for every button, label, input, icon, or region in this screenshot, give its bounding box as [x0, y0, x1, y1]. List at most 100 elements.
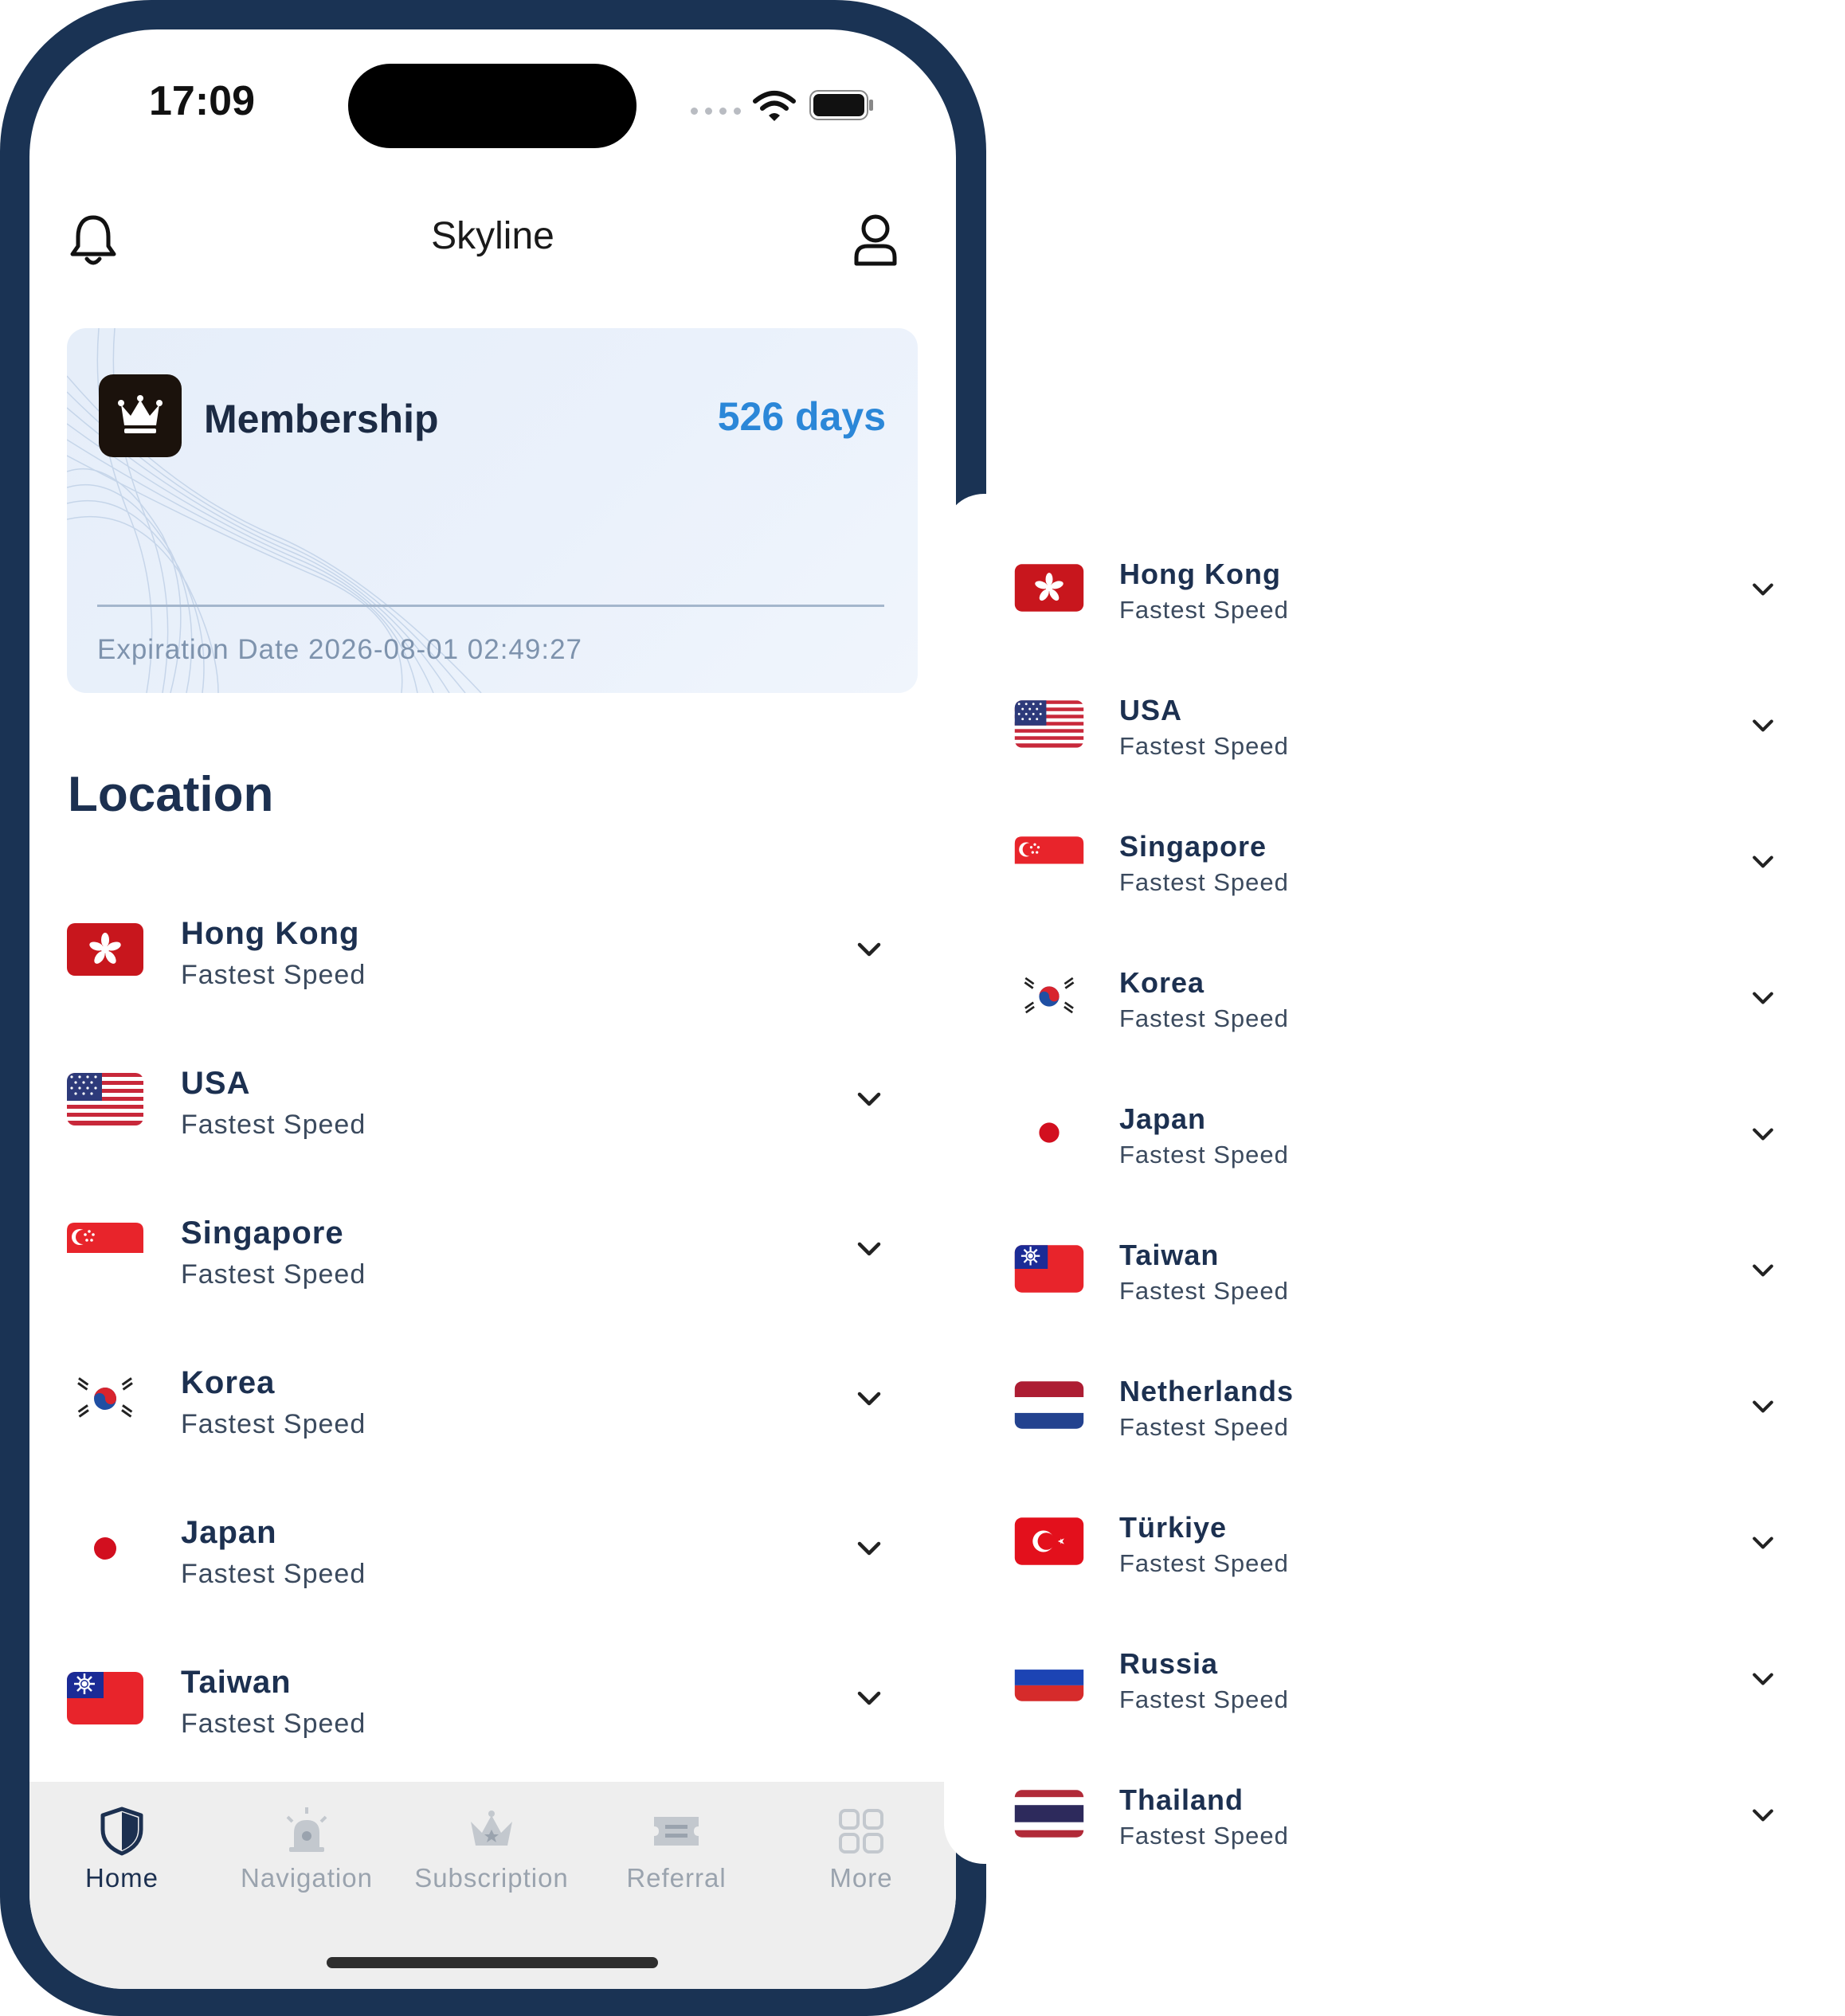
phone-frame: 17:09 Skyline Membership 526 days Expira… [0, 0, 986, 2016]
chevron-down-icon[interactable] [1749, 1529, 1777, 1557]
location-speed: Fastest Speed [181, 1559, 366, 1589]
location-name: Korea [1119, 966, 1205, 999]
tr-flag-icon [1013, 1516, 1085, 1567]
location-row[interactable]: Thailand Fastest Speed [944, 1760, 1845, 1871]
location-name: Singapore [181, 1215, 344, 1251]
siren-icon [286, 1807, 327, 1852]
tab-referral-label: Referral [626, 1863, 727, 1893]
location-name: Taiwan [1119, 1239, 1220, 1271]
kr-flag-icon [65, 1371, 145, 1427]
hk-flag-icon [1013, 562, 1085, 613]
location-row[interactable]: Japan Fastest Speed [29, 1489, 956, 1608]
location-name: Hong Kong [1119, 558, 1281, 590]
chevron-down-icon[interactable] [853, 934, 885, 965]
ticket-icon [654, 1817, 699, 1846]
chevron-down-icon[interactable] [853, 1533, 885, 1564]
location-speed: Fastest Speed [181, 960, 366, 990]
location-speed: Fastest Speed [181, 1709, 366, 1739]
wifi-icon [753, 91, 796, 121]
app-title: Skyline [431, 215, 554, 257]
signal-dots-icon [691, 108, 741, 115]
sg-flag-icon [1013, 835, 1085, 886]
membership-card[interactable]: Membership 526 days Expiration Date 2026… [67, 328, 918, 693]
dynamic-island [348, 64, 637, 148]
location-row[interactable]: Russia Fastest Speed [944, 1623, 1845, 1735]
location-name: Türkiye [1119, 1511, 1228, 1544]
tab-home[interactable]: Home [29, 1806, 214, 1901]
chevron-down-icon[interactable] [1749, 1665, 1777, 1693]
location-row[interactable]: Hong Kong Fastest Speed [29, 890, 956, 1009]
user-profile-icon[interactable] [850, 213, 901, 267]
chevron-down-icon[interactable] [853, 1682, 885, 1714]
nl-flag-icon [1013, 1380, 1085, 1431]
tab-navigation-label: Navigation [241, 1863, 373, 1893]
location-name: Netherlands [1119, 1375, 1295, 1407]
chevron-down-icon[interactable] [1749, 1120, 1777, 1149]
location-speed: Fastest Speed [1119, 1822, 1289, 1850]
chevron-down-icon[interactable] [853, 1383, 885, 1415]
location-name: USA [1119, 694, 1183, 726]
chevron-down-icon[interactable] [1749, 575, 1777, 604]
location-row[interactable]: Japan Fastest Speed [944, 1078, 1845, 1190]
ru-flag-icon [1013, 1652, 1085, 1703]
tw-flag-icon [1013, 1243, 1085, 1294]
tab-home-label: Home [84, 1863, 159, 1893]
location-row[interactable]: Singapore Fastest Speed [944, 806, 1845, 918]
grid-icon [839, 1809, 883, 1854]
home-indicator [327, 1957, 658, 1968]
jp-flag-icon [1013, 1107, 1085, 1158]
chevron-down-icon[interactable] [1749, 1801, 1777, 1830]
chevron-down-icon[interactable] [1749, 711, 1777, 740]
location-speed: Fastest Speed [181, 1259, 366, 1290]
crown-icon [118, 395, 163, 433]
chevron-down-icon[interactable] [853, 1083, 885, 1115]
location-name: Taiwan [181, 1665, 292, 1700]
location-speed: Fastest Speed [1119, 1141, 1289, 1168]
location-speed: Fastest Speed [1119, 868, 1289, 896]
location-row[interactable]: Taiwan Fastest Speed [944, 1215, 1845, 1326]
chevron-down-icon[interactable] [1749, 848, 1777, 876]
card-divider [97, 605, 884, 607]
location-name: Singapore [1119, 830, 1267, 863]
location-speed: Fastest Speed [1119, 1549, 1289, 1577]
tab-subscription-label: Subscription [414, 1863, 569, 1893]
location-row[interactable]: Netherlands Fastest Speed [944, 1351, 1845, 1462]
shield-icon [100, 1807, 143, 1856]
location-name: Korea [181, 1365, 276, 1400]
tab-more[interactable]: More [769, 1806, 954, 1901]
us-flag-icon [65, 1071, 145, 1127]
tab-referral[interactable]: Referral [584, 1806, 769, 1901]
location-speed: Fastest Speed [1119, 1685, 1289, 1713]
location-name: Japan [1119, 1102, 1207, 1135]
location-speed: Fastest Speed [181, 1409, 366, 1439]
location-speed: Fastest Speed [1119, 732, 1289, 760]
tab-navigation[interactable]: Navigation [214, 1806, 399, 1901]
hk-flag-icon [65, 922, 145, 977]
crown-badge [99, 374, 182, 457]
location-name: Hong Kong [181, 916, 360, 951]
tab-more-label: More [829, 1863, 893, 1893]
location-row[interactable]: USA Fastest Speed [944, 670, 1845, 781]
location-name: USA [181, 1066, 251, 1101]
expiration-date: Expiration Date 2026-08-01 02:49:27 [97, 634, 583, 665]
location-row[interactable]: Korea Fastest Speed [29, 1339, 956, 1458]
location-row[interactable]: Türkiye Fastest Speed [944, 1487, 1845, 1599]
location-row[interactable]: Singapore Fastest Speed [29, 1189, 956, 1309]
location-name: Japan [181, 1515, 277, 1550]
th-flag-icon [1013, 1788, 1085, 1839]
location-row[interactable]: Hong Kong Fastest Speed [944, 534, 1845, 645]
chevron-down-icon[interactable] [1749, 1392, 1777, 1421]
chevron-down-icon[interactable] [853, 1233, 885, 1265]
kr-flag-icon [1013, 971, 1085, 1022]
phone-screen: 17:09 Skyline Membership 526 days Expira… [29, 29, 956, 1989]
tab-subscription[interactable]: Subscription [399, 1806, 584, 1901]
us-flag-icon [1013, 699, 1085, 750]
chevron-down-icon[interactable] [1749, 984, 1777, 1012]
membership-days: 526 days [717, 394, 886, 439]
location-row[interactable]: Korea Fastest Speed [944, 942, 1845, 1054]
crown-icon [471, 1810, 512, 1846]
location-row[interactable]: USA Fastest Speed [29, 1039, 956, 1159]
location-row[interactable]: Taiwan Fastest Speed [29, 1638, 956, 1758]
location-speed: Fastest Speed [181, 1110, 366, 1140]
chevron-down-icon[interactable] [1749, 1256, 1777, 1285]
